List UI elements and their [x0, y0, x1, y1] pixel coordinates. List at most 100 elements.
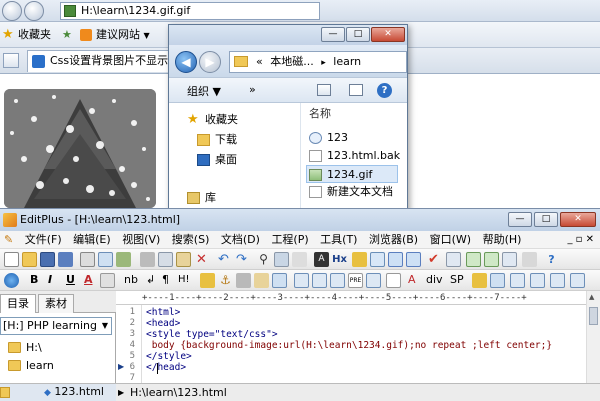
nav-downloads[interactable]: 下载 — [195, 131, 237, 149]
br-button[interactable]: ↲ — [146, 272, 155, 288]
preview-pane-icon[interactable] — [349, 84, 363, 96]
copy-icon[interactable] — [158, 252, 173, 267]
view-options-icon[interactable] — [317, 84, 331, 96]
paste-icon[interactable] — [176, 252, 191, 267]
open-file-tab[interactable]: ◆ 123.html — [44, 385, 104, 398]
menu-window[interactable]: 窗口(W) — [426, 231, 475, 249]
underline-button[interactable]: U — [66, 272, 75, 288]
toolbar-item-icon[interactable] — [510, 273, 525, 288]
address-input[interactable]: H:\learn\1234.gif.gif — [60, 2, 320, 20]
breadcrumb[interactable]: « 本地磁... ▸ learn — [229, 51, 407, 73]
file-item-selected[interactable]: 1234.gif — [306, 165, 398, 183]
back-button[interactable] — [2, 1, 22, 21]
toolbar-item-icon[interactable] — [550, 273, 565, 288]
font-icon[interactable] — [100, 273, 115, 288]
add-favorite-icon[interactable]: ★ — [62, 27, 72, 43]
heading-button[interactable]: H! — [178, 272, 190, 288]
forward-button[interactable] — [24, 1, 44, 21]
font-color-button-2[interactable]: A — [408, 272, 416, 288]
file-item[interactable]: 123.html.bak — [307, 147, 400, 165]
menu-file[interactable]: 文件(F) — [21, 231, 66, 249]
pane-divider[interactable] — [300, 103, 301, 211]
italic-button[interactable]: I — [48, 272, 52, 288]
span-button[interactable]: SP — [450, 272, 464, 288]
find-icon[interactable]: ⚲ — [256, 252, 271, 267]
goto-icon[interactable] — [292, 252, 307, 267]
nav-favorites[interactable]: ★ 收藏夹 — [185, 111, 238, 129]
scroll-thumb[interactable] — [589, 307, 598, 325]
help-icon[interactable]: ? — [377, 83, 392, 98]
nav-libraries[interactable]: 库 — [185, 189, 216, 207]
globe-icon[interactable] — [4, 273, 19, 288]
mdi-controls[interactable]: _ ▫ ✕ — [567, 231, 594, 249]
close-button[interactable]: ✕ — [371, 27, 405, 42]
scroll-up-icon[interactable]: ▲ — [589, 293, 594, 301]
font-color-button[interactable]: A — [84, 272, 93, 288]
breadcrumb-root[interactable]: 本地磁... — [270, 55, 314, 68]
tile-icon[interactable] — [522, 252, 537, 267]
context-help-icon[interactable]: ? — [544, 252, 559, 267]
vertical-scrollbar[interactable]: ▲ — [586, 291, 600, 383]
menu-search[interactable]: 搜索(S) — [168, 231, 214, 249]
menu-edit[interactable]: 编辑(E) — [69, 231, 115, 249]
forward-arrow-icon[interactable]: ▶ — [199, 51, 221, 73]
toolbar-item-icon[interactable] — [530, 273, 545, 288]
new-file-icon[interactable] — [4, 252, 19, 267]
spell-check-icon[interactable] — [116, 252, 131, 267]
list-icon[interactable] — [330, 273, 345, 288]
organize-menu[interactable]: 组织 ▼ — [187, 83, 221, 99]
check-icon[interactable]: ✔ — [426, 252, 441, 267]
menu-tools[interactable]: 工具(T) — [316, 231, 361, 249]
pre-icon[interactable]: PRE — [348, 273, 363, 288]
word-wrap-icon[interactable] — [370, 252, 385, 267]
redo-icon[interactable]: ↷ — [234, 252, 249, 267]
fullscreen-icon[interactable] — [502, 252, 517, 267]
breadcrumb-overflow[interactable]: « — [256, 55, 263, 68]
document-selector-icon[interactable] — [446, 252, 461, 267]
tree-item-root[interactable]: H:\ — [8, 339, 42, 356]
document-tab[interactable]: H:\learn\123.html — [130, 384, 227, 401]
form-icon[interactable] — [312, 273, 327, 288]
menu-browser[interactable]: 浏览器(B) — [365, 231, 422, 249]
tree-item-learn[interactable]: learn — [8, 357, 54, 374]
toolbar-item-icon[interactable] — [570, 273, 585, 288]
more-commands[interactable]: » — [249, 83, 256, 96]
output-window-icon[interactable] — [484, 252, 499, 267]
delete-icon[interactable]: ✕ — [194, 252, 209, 267]
breadcrumb-folder[interactable]: learn — [333, 55, 361, 68]
bold-button[interactable]: B — [30, 272, 38, 288]
paragraph-button[interactable]: ¶ — [162, 272, 169, 288]
link-icon[interactable] — [272, 273, 287, 288]
line-number-icon[interactable] — [388, 252, 403, 267]
tab-directory[interactable]: 目录 — [0, 294, 36, 313]
editplus-maximize-button[interactable]: □ — [534, 212, 558, 227]
drive-select[interactable]: [H:] PHP learning ▼ — [0, 317, 112, 335]
favorites-button[interactable]: ★ 收藏夹 — [2, 27, 51, 43]
tab-cliptext[interactable]: 素材 — [38, 294, 74, 313]
file-item[interactable]: 123 — [307, 129, 348, 147]
editplus-minimize-button[interactable]: — — [508, 212, 532, 227]
bullet-list-icon[interactable] — [366, 273, 381, 288]
anchor-icon[interactable]: ⚓ — [218, 273, 233, 288]
hr-icon[interactable] — [236, 273, 251, 288]
cut-icon[interactable] — [140, 252, 155, 267]
editplus-close-button[interactable]: ✕ — [560, 212, 596, 227]
undo-icon[interactable]: ↶ — [216, 252, 231, 267]
directory-window-icon[interactable] — [466, 252, 481, 267]
div-button[interactable]: div — [426, 272, 443, 288]
menu-view[interactable]: 视图(V) — [118, 231, 164, 249]
menu-help[interactable]: 帮助(H) — [479, 231, 526, 249]
color-picker-icon[interactable] — [472, 273, 487, 288]
maximize-button[interactable]: □ — [346, 27, 370, 42]
print-preview-icon[interactable] — [98, 252, 113, 267]
code-editor[interactable]: +----1----+----2----+----3----+----4----… — [116, 291, 600, 383]
name-column-header[interactable]: 名称 — [309, 105, 331, 121]
suggested-sites-button[interactable]: 建议网站 ▼ — [80, 27, 150, 43]
textbox-icon[interactable] — [386, 273, 401, 288]
menu-project[interactable]: 工程(P) — [267, 231, 312, 249]
nbsp-button[interactable]: nb — [124, 272, 138, 288]
save-all-icon[interactable] — [58, 252, 73, 267]
image-icon[interactable] — [200, 273, 215, 288]
save-icon[interactable] — [40, 252, 55, 267]
minimize-button[interactable]: — — [321, 27, 345, 42]
